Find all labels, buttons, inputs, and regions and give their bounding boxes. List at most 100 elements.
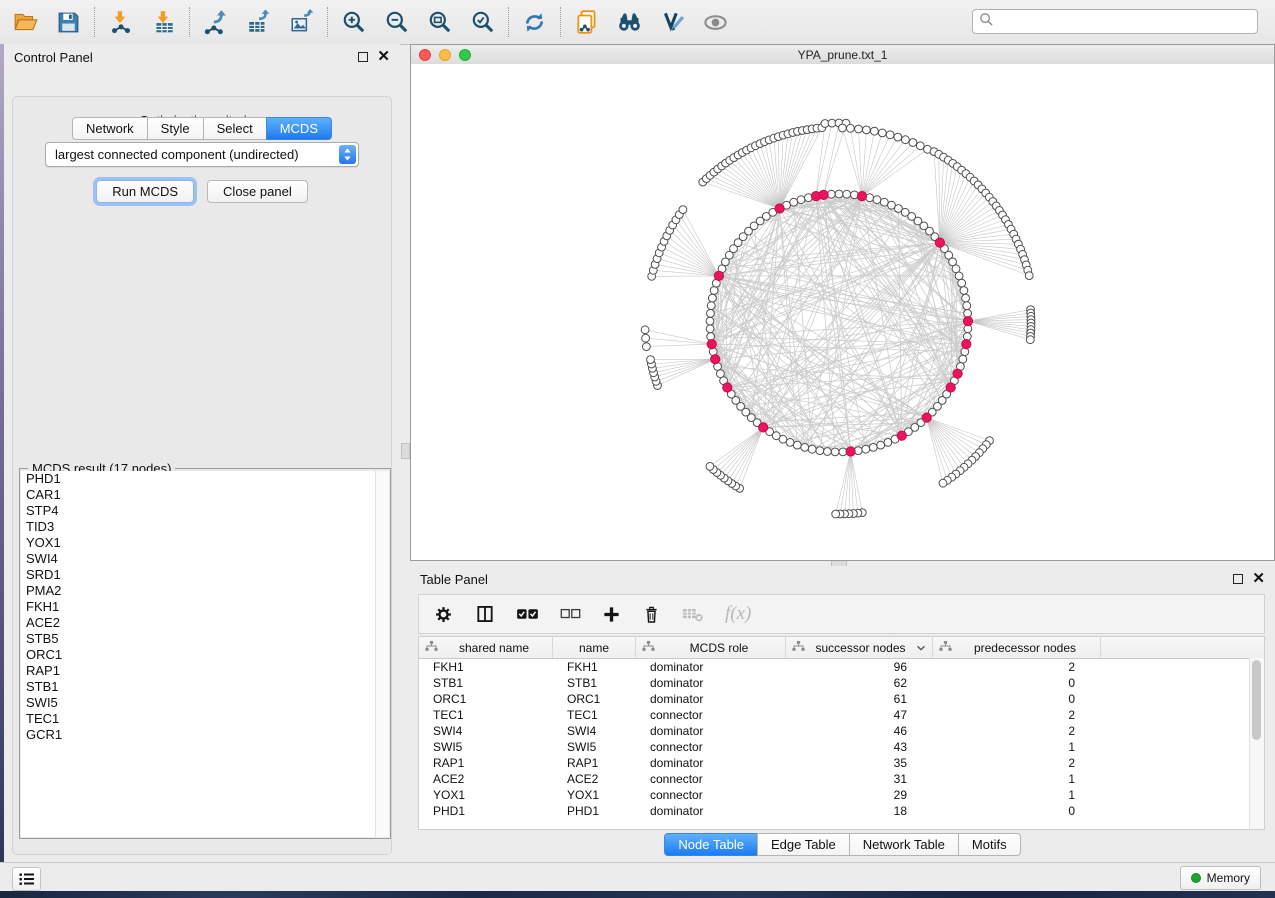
column-header-shared-name[interactable]: shared name: [419, 637, 553, 658]
table-cell[interactable]: SWI5: [553, 739, 636, 755]
mcds-result-item[interactable]: YOX1: [21, 535, 389, 551]
table-cell[interactable]: 61: [786, 691, 933, 707]
network-graph[interactable]: [411, 64, 1274, 560]
zoom-selected-icon[interactable]: [469, 9, 496, 36]
new-network-from-selection-icon[interactable]: [573, 9, 600, 36]
table-cell[interactable]: 47: [786, 707, 933, 723]
table-row[interactable]: TEC1TEC1connector472: [419, 707, 1264, 723]
show-graphics-details-icon[interactable]: [702, 9, 729, 36]
column-header-mcds-role[interactable]: MCDS role: [636, 637, 786, 658]
search-input[interactable]: [998, 14, 1257, 30]
table-cell[interactable]: PHD1: [553, 803, 636, 819]
select-all-icon[interactable]: [516, 606, 539, 622]
open-file-icon[interactable]: [12, 9, 39, 36]
tab-network-table[interactable]: Network Table: [849, 833, 959, 856]
float-window-icon[interactable]: [358, 52, 368, 62]
table-scrollbar-thumb[interactable]: [1252, 660, 1261, 740]
table-cell[interactable]: ACE2: [553, 771, 636, 787]
zoom-in-icon[interactable]: [340, 9, 367, 36]
table-cell[interactable]: 2: [933, 707, 1101, 723]
table-cell[interactable]: dominator: [636, 659, 786, 675]
table-cell[interactable]: 18: [786, 803, 933, 819]
mcds-result-item[interactable]: CAR1: [21, 487, 389, 503]
table-cell[interactable]: ACE2: [419, 771, 553, 787]
show-panel-list-button[interactable]: [12, 867, 41, 891]
table-row[interactable]: RAP1RAP1dominator352: [419, 755, 1264, 771]
network-window-titlebar[interactable]: YPA_prune.txt_1: [411, 45, 1274, 65]
table-row[interactable]: SWI4SWI4dominator462: [419, 723, 1264, 739]
mcds-result-item[interactable]: ACE2: [21, 615, 389, 631]
mcds-result-item[interactable]: STB5: [21, 631, 389, 647]
search-box[interactable]: [972, 9, 1258, 34]
tab-select[interactable]: Select: [203, 117, 267, 140]
float-window-icon[interactable]: [1233, 574, 1243, 584]
tab-network[interactable]: Network: [72, 117, 148, 140]
table-row[interactable]: FKH1FKH1dominator962: [419, 659, 1264, 675]
table-cell[interactable]: dominator: [636, 723, 786, 739]
mcds-result-item[interactable]: SWI5: [21, 695, 389, 711]
table-row[interactable]: PHD1PHD1dominator180: [419, 803, 1264, 819]
table-cell[interactable]: 62: [786, 675, 933, 691]
memory-button[interactable]: Memory: [1180, 866, 1261, 890]
table-row[interactable]: STB1STB1dominator620: [419, 675, 1264, 691]
table-cell[interactable]: connector: [636, 771, 786, 787]
mcds-result-item[interactable]: ORC1: [21, 647, 389, 663]
table-row[interactable]: ACE2ACE2connector311: [419, 771, 1264, 787]
optimization-criterion-select[interactable]: largest connected component (undirected): [45, 142, 359, 167]
mcds-result-scrollbar[interactable]: [375, 471, 389, 837]
table-cell[interactable]: STB1: [553, 675, 636, 691]
close-panel-button[interactable]: Close panel: [207, 180, 308, 203]
column-header-successor-nodes[interactable]: successor nodes: [786, 637, 933, 658]
table-cell[interactable]: 29: [786, 787, 933, 803]
tab-style[interactable]: Style: [147, 117, 204, 140]
mcds-result-item[interactable]: FKH1: [21, 599, 389, 615]
close-panel-icon[interactable]: ✕: [377, 52, 390, 62]
table-cell[interactable]: ORC1: [419, 691, 553, 707]
mcds-result-item[interactable]: SWI4: [21, 551, 389, 567]
table-cell[interactable]: 1: [933, 739, 1101, 755]
table-cell[interactable]: 31: [786, 771, 933, 787]
open-vizmapper-icon[interactable]: [659, 9, 686, 36]
table-cell[interactable]: 0: [933, 675, 1101, 691]
table-cell[interactable]: RAP1: [419, 755, 553, 771]
export-network-icon[interactable]: [202, 9, 229, 36]
tab-edge-table[interactable]: Edge Table: [757, 833, 850, 856]
mcds-result-list[interactable]: PHD1CAR1STP4TID3YOX1SWI4SRD1PMA2FKH1ACE2…: [21, 471, 389, 837]
table-row[interactable]: SWI5SWI5connector431: [419, 739, 1264, 755]
tab-node-table[interactable]: Node Table: [664, 833, 758, 856]
import-table-icon[interactable]: [150, 9, 177, 36]
table-cell[interactable]: RAP1: [553, 755, 636, 771]
table-cell[interactable]: 1: [933, 787, 1101, 803]
table-cell[interactable]: connector: [636, 707, 786, 723]
table-cell[interactable]: STB1: [419, 675, 553, 691]
table-cell[interactable]: 2: [933, 659, 1101, 675]
table-cell[interactable]: 2: [933, 755, 1101, 771]
import-network-icon[interactable]: [107, 9, 134, 36]
table-cell[interactable]: YOX1: [419, 787, 553, 803]
apply-layout-icon[interactable]: [521, 9, 548, 36]
delete-columns-icon[interactable]: [642, 604, 661, 625]
table-cell[interactable]: TEC1: [553, 707, 636, 723]
table-cell[interactable]: connector: [636, 739, 786, 755]
table-cell[interactable]: SWI4: [419, 723, 553, 739]
table-cell[interactable]: FKH1: [419, 659, 553, 675]
table-cell[interactable]: 0: [933, 803, 1101, 819]
run-mcds-button[interactable]: Run MCDS: [96, 180, 194, 203]
mcds-result-item[interactable]: RAP1: [21, 663, 389, 679]
network-canvas[interactable]: [411, 64, 1274, 560]
table-row[interactable]: YOX1YOX1connector291: [419, 787, 1264, 803]
table-cell[interactable]: dominator: [636, 755, 786, 771]
table-cell[interactable]: 2: [933, 723, 1101, 739]
mcds-result-item[interactable]: PMA2: [21, 583, 389, 599]
zoom-out-icon[interactable]: [383, 9, 410, 36]
export-table-icon[interactable]: [245, 9, 272, 36]
close-panel-icon[interactable]: ✕: [1252, 574, 1265, 584]
table-cell[interactable]: ORC1: [553, 691, 636, 707]
vertical-splitter-handle[interactable]: [401, 443, 410, 459]
mcds-result-item[interactable]: GCR1: [21, 727, 389, 743]
mcds-result-item[interactable]: SRD1: [21, 567, 389, 583]
create-column-icon[interactable]: [602, 605, 621, 624]
deselect-all-icon[interactable]: [560, 607, 581, 621]
table-cell[interactable]: PHD1: [419, 803, 553, 819]
table-cell[interactable]: SWI5: [419, 739, 553, 755]
